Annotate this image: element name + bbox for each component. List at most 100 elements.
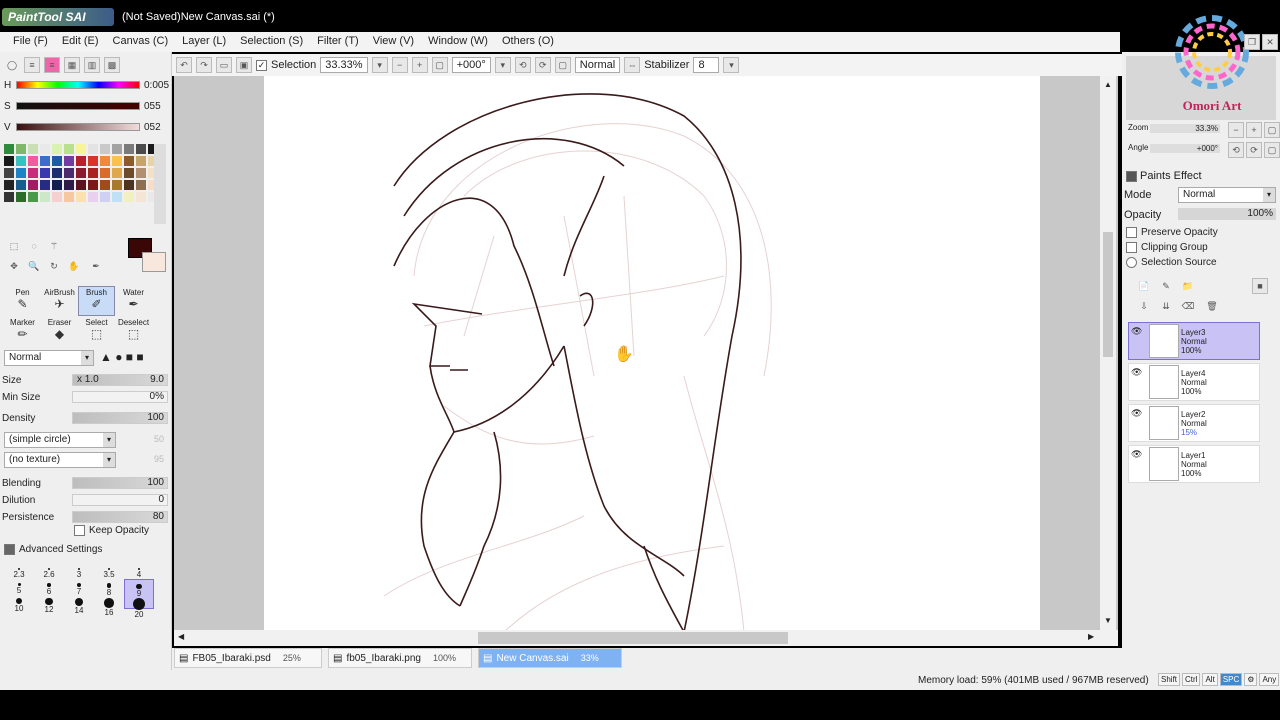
move-icon[interactable]: ✥ xyxy=(6,258,22,274)
preserve-opacity-checkbox[interactable] xyxy=(1126,227,1137,238)
palette-swatch[interactable] xyxy=(4,180,14,190)
saturation-slider[interactable]: S 055 xyxy=(4,99,172,113)
nav-rotate-right-icon[interactable]: ⟳ xyxy=(1246,142,1262,158)
palette-swatch[interactable] xyxy=(16,168,26,178)
palette-swatch[interactable] xyxy=(88,180,98,190)
brush-size-preset[interactable]: 12 xyxy=(34,594,64,624)
menu-layer[interactable]: Layer (L) xyxy=(175,32,233,52)
palette-swatch[interactable] xyxy=(136,192,146,202)
redo-icon[interactable]: ↷ xyxy=(196,57,212,73)
menu-view[interactable]: View (V) xyxy=(366,32,421,52)
size-slider[interactable]: x 1.0 9.0 xyxy=(72,374,168,386)
palette-swatch[interactable] xyxy=(124,156,134,166)
palette-swatch[interactable] xyxy=(28,156,38,166)
palette-swatch[interactable] xyxy=(64,156,74,166)
palette-swatch[interactable] xyxy=(16,144,26,154)
size-multiplier[interactable]: x 1.0 xyxy=(77,375,99,385)
visibility-eye-icon[interactable]: 👁 xyxy=(1131,326,1142,337)
menu-edit[interactable]: Edit (E) xyxy=(55,32,106,52)
density-slider[interactable]: 100 xyxy=(72,412,168,424)
layer-row[interactable]: 👁 Layer2 Normal 15% xyxy=(1128,404,1260,442)
palette-swatch[interactable] xyxy=(40,192,50,202)
mode-field[interactable]: Normal xyxy=(574,57,621,73)
preserve-opacity-row[interactable]: Preserve Opacity xyxy=(1126,227,1218,238)
palette-swatch[interactable] xyxy=(28,144,38,154)
nav-rotate-left-icon[interactable]: ⟲ xyxy=(1228,142,1244,158)
window-close-icon[interactable]: ✕ xyxy=(1262,34,1278,50)
palette-swatch[interactable] xyxy=(64,192,74,202)
palette-swatch[interactable] xyxy=(4,144,14,154)
delete-layer-icon[interactable]: 🗑 xyxy=(1204,298,1220,314)
swatch-icon[interactable]: ▩ xyxy=(104,57,120,73)
palette-swatch[interactable] xyxy=(76,144,86,154)
palette-swatch[interactable] xyxy=(112,156,122,166)
palette-swatch[interactable] xyxy=(88,144,98,154)
nav-zoom-out-icon[interactable]: − xyxy=(1228,122,1244,138)
secondary-color-swatch[interactable] xyxy=(142,252,166,272)
palette-swatch[interactable] xyxy=(64,144,74,154)
palette-swatch[interactable] xyxy=(112,168,122,178)
zoom-reset-icon[interactable]: ▢ xyxy=(431,57,448,73)
tool-pen[interactable]: Pen ✎ xyxy=(4,286,41,316)
palette-swatch[interactable] xyxy=(136,180,146,190)
brush-size-preset[interactable]: 16 xyxy=(94,594,124,624)
rotate-left-icon[interactable]: ⟲ xyxy=(514,57,531,73)
tab-fb05-png[interactable]: ▤ fb05_Ibaraki.png 100% xyxy=(328,648,472,668)
palette-swatch[interactable] xyxy=(4,156,14,166)
layer-row[interactable]: 👁 Layer4 Normal 100% xyxy=(1128,363,1260,401)
rotate-reset-icon[interactable]: ▢ xyxy=(554,57,571,73)
palette-swatch[interactable] xyxy=(76,180,86,190)
tool-water[interactable]: Water ✒ xyxy=(115,286,152,316)
menu-filter[interactable]: Filter (T) xyxy=(310,32,366,52)
new-linework-layer-icon[interactable]: ✎ xyxy=(1158,278,1174,294)
vertical-scrollbar[interactable]: ▲ ▼ xyxy=(1100,76,1116,632)
palette-swatch[interactable] xyxy=(124,144,134,154)
blend-mode-dropdown[interactable]: Normal ▾ xyxy=(4,350,94,366)
brush-shape-strength[interactable]: 50 xyxy=(154,434,164,444)
transfer-down-icon[interactable]: ⇩ xyxy=(1136,298,1152,314)
tool-marker[interactable]: Marker ✏ xyxy=(4,316,41,346)
palette-swatch[interactable] xyxy=(88,156,98,166)
horizontal-scroll-thumb[interactable] xyxy=(478,632,788,644)
visibility-eye-icon[interactable]: 👁 xyxy=(1131,449,1142,460)
palette-swatch[interactable] xyxy=(4,192,14,202)
selection-source-row[interactable]: Selection Source xyxy=(1126,257,1217,268)
nav-rotate-reset-icon[interactable]: ▢ xyxy=(1264,142,1280,158)
scroll-up-icon[interactable]: ▲ xyxy=(1104,80,1112,89)
keep-opacity-row[interactable]: Keep Opacity xyxy=(74,525,149,536)
scratchpad-icon[interactable]: ▥ xyxy=(84,57,100,73)
horizontal-scrollbar[interactable]: ◀ ▶ xyxy=(174,630,1118,646)
clipping-group-row[interactable]: Clipping Group xyxy=(1126,242,1208,253)
palette-swatch[interactable] xyxy=(100,180,110,190)
layer-settings-icon[interactable]: ■ xyxy=(1252,278,1268,294)
brush-shape-buttons[interactable]: ▲ ● ■ ■ xyxy=(100,350,144,364)
palette-swatch[interactable] xyxy=(16,180,26,190)
palette-swatch[interactable] xyxy=(112,180,122,190)
layer-mode-dropdown[interactable]: Normal ▾ xyxy=(1178,187,1276,203)
rect-select-icon[interactable]: ⬚ xyxy=(6,238,22,254)
canvas-paper[interactable] xyxy=(264,76,1040,632)
visibility-eye-icon[interactable]: 👁 xyxy=(1131,408,1142,419)
nav-zoom-reset-icon[interactable]: ▢ xyxy=(1264,122,1280,138)
palette-swatch[interactable] xyxy=(136,156,146,166)
selection-checkbox[interactable]: ✓ xyxy=(256,59,267,71)
palette-swatch[interactable] xyxy=(40,144,50,154)
rgb-slider-icon[interactable]: ≡ xyxy=(24,57,40,73)
magic-wand-icon[interactable]: ⚚ xyxy=(46,238,62,254)
palette-swatch[interactable] xyxy=(40,180,50,190)
canvas-viewport[interactable]: ✋ xyxy=(174,76,1118,632)
palette-swatch[interactable] xyxy=(88,192,98,202)
hue-slider[interactable]: H 0:005 xyxy=(4,78,172,92)
brush-texture-dropdown[interactable]: (no texture) ▾ xyxy=(4,452,116,468)
zoom-nav-slider[interactable]: 33.3% xyxy=(1150,124,1220,133)
selection-source-checkbox[interactable] xyxy=(1126,257,1137,268)
rotate-tool-icon[interactable]: ↻ xyxy=(46,258,62,274)
zoom-out-icon[interactable]: − xyxy=(391,57,408,73)
palette-swatch[interactable] xyxy=(76,192,86,202)
flip-icon[interactable]: ⇔ xyxy=(624,57,641,73)
stabilizer-field[interactable]: 8 xyxy=(693,57,720,73)
window-restore-icon[interactable]: ❐ xyxy=(1244,34,1260,50)
color-wheel-icon[interactable]: ◯ xyxy=(4,57,20,73)
palette-swatch[interactable] xyxy=(16,192,26,202)
palette-swatch[interactable] xyxy=(16,156,26,166)
